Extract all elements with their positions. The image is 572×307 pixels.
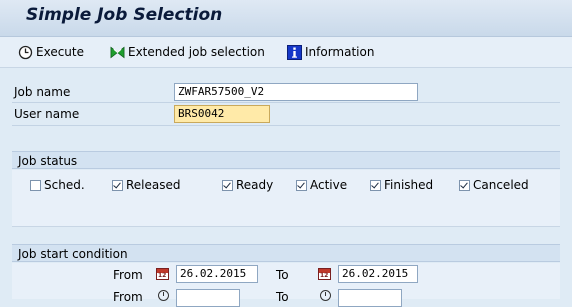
information-icon [287,44,302,60]
checkbox-released-label: Released [126,178,181,192]
page-title: Simple Job Selection [26,5,223,25]
calendar-icon[interactable]: 12 [156,268,169,280]
calendar-icon[interactable]: 12 [318,268,331,280]
extended-job-selection-button[interactable]: Extended job selection [110,44,265,60]
checkbox-released[interactable]: Released [112,178,181,192]
clock-icon[interactable] [320,290,331,301]
checkbox-canceled[interactable]: Canceled [459,178,529,192]
checkbox-released-box[interactable] [112,179,123,191]
execute-button[interactable]: Execute [18,44,84,60]
checkbox-ready[interactable]: Ready [222,178,273,192]
divider [12,125,560,126]
job-status-heading: Job status [12,151,560,169]
execute-clock-icon [18,45,33,59]
job-name-input[interactable]: ZWFAR57500_V2 [174,83,418,101]
checkbox-sched-box[interactable] [30,179,41,191]
checkbox-sched-label: Sched. [44,178,85,192]
checkbox-active-label: Active [310,178,348,192]
from-time-label: From [113,290,143,304]
extended-job-selection-label: Extended job selection [128,45,265,59]
clock-icon[interactable] [158,290,169,301]
job-name-label: Job name [14,85,71,99]
checkbox-canceled-box[interactable] [459,179,470,191]
checkbox-finished-box[interactable] [370,179,381,191]
application-toolbar: Execute Extended job selection Informati… [0,37,572,68]
divider [12,102,560,103]
from-date-input[interactable]: 26.02.2015 [176,265,258,283]
checkbox-active[interactable]: Active [296,178,347,192]
title-bar: Simple Job Selection [0,0,572,37]
job-start-condition-heading: Job start condition [12,244,560,262]
execute-label: Execute [36,45,84,59]
checkbox-ready-box[interactable] [222,179,233,191]
to-date-label: To [276,268,289,282]
to-time-input[interactable] [338,289,402,307]
checkbox-active-box[interactable] [296,179,307,191]
from-time-input[interactable] [176,289,240,307]
checkbox-finished[interactable]: Finished [370,178,433,192]
checkbox-canceled-label: Canceled [473,178,529,192]
to-time-label: To [276,290,289,304]
information-label: Information [305,45,375,59]
user-name-input[interactable]: BRS0042 [174,105,270,123]
checkbox-ready-label: Ready [236,178,274,192]
extended-selection-icon [110,46,125,58]
user-name-label: User name [14,107,80,121]
checkbox-finished-label: Finished [384,178,434,192]
from-date-label: From [113,268,143,282]
to-date-input[interactable]: 26.02.2015 [338,265,418,283]
information-button[interactable]: Information [287,44,374,60]
checkbox-sched[interactable]: Sched. [30,178,85,192]
